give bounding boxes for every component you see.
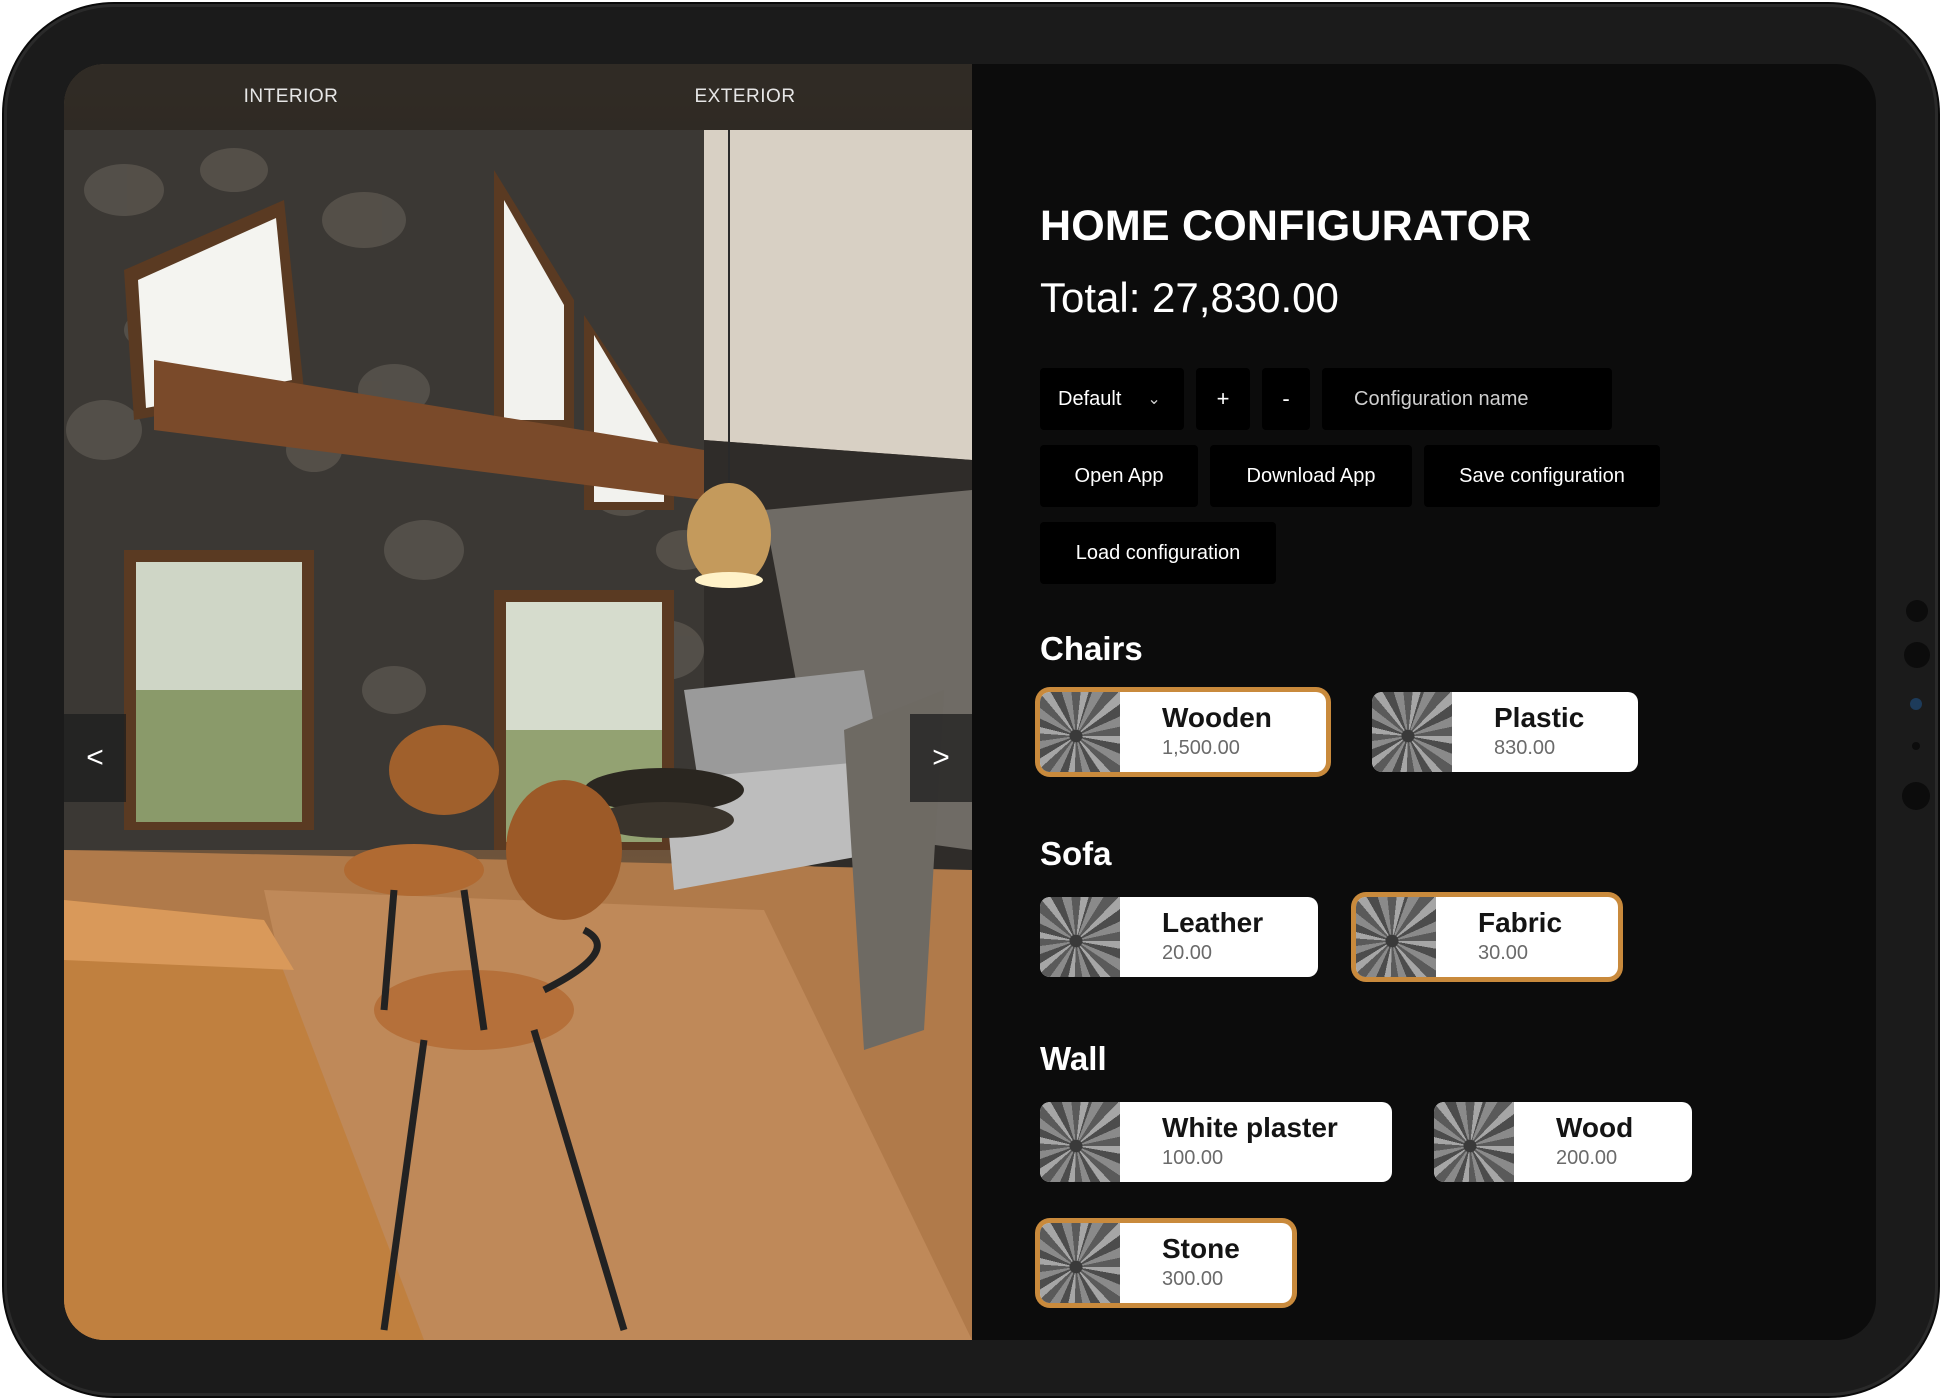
scene-viewer[interactable]: INTERIOR EXTERIOR < >: [64, 64, 972, 1340]
option-price: 830.00: [1494, 737, 1556, 759]
total-price: Total: 27,830.00: [1040, 274, 1339, 321]
chevron-down-icon: ⌄: [1147, 391, 1161, 408]
sensor-dot: [1912, 742, 1920, 750]
option-name: Wooden: [1162, 702, 1272, 733]
next-view-button[interactable]: >: [910, 714, 972, 802]
configuration-name-input[interactable]: [1322, 368, 1612, 430]
option-chairs-plastic[interactable]: Plastic 830.00: [1372, 692, 1638, 772]
option-sofa-fabric[interactable]: Fabric 30.00: [1356, 897, 1618, 977]
option-price: 30.00: [1478, 942, 1529, 964]
load-configuration-button[interactable]: Load configuration: [1040, 522, 1276, 584]
add-configuration-button[interactable]: +: [1196, 368, 1250, 430]
interior-render: [64, 130, 972, 1340]
section-title-wall: Wall: [1040, 1040, 1107, 1077]
app-screen: INTERIOR EXTERIOR < > HOME CONFIGURATOR …: [64, 64, 1876, 1340]
tab-interior[interactable]: INTERIOR: [64, 64, 518, 130]
save-configuration-button[interactable]: Save configuration: [1424, 445, 1660, 507]
tab-exterior[interactable]: EXTERIOR: [518, 64, 972, 130]
previous-view-button[interactable]: <: [64, 714, 126, 802]
preset-select[interactable]: Default ⌄: [1040, 368, 1184, 430]
option-price: 200.00: [1556, 1147, 1618, 1169]
option-name: Stone: [1162, 1233, 1240, 1264]
option-chairs-wooden[interactable]: Wooden 1,500.00: [1040, 692, 1326, 772]
open-app-button[interactable]: Open App: [1040, 445, 1198, 507]
sensor-dot: [1904, 642, 1930, 668]
material-swatch: [1040, 692, 1120, 772]
sensor-dot: [1902, 782, 1930, 810]
option-name: Fabric: [1478, 907, 1563, 938]
view-tabs: INTERIOR EXTERIOR: [64, 64, 972, 130]
preset-select-value: Default: [1058, 387, 1122, 410]
option-name: Leather: [1162, 907, 1264, 938]
option-price: 100.00: [1162, 1147, 1224, 1169]
option-name: White plaster: [1162, 1112, 1338, 1143]
option-wall-wood[interactable]: Wood 200.00: [1434, 1102, 1692, 1182]
option-name: Plastic: [1494, 702, 1585, 733]
material-swatch: [1040, 1223, 1120, 1303]
option-wall-stone[interactable]: Stone 300.00: [1040, 1223, 1292, 1303]
option-name: Wood: [1556, 1112, 1634, 1143]
option-wall-white-plaster[interactable]: White plaster 100.00: [1040, 1102, 1392, 1182]
download-app-button[interactable]: Download App: [1210, 445, 1412, 507]
section-title-chairs: Chairs: [1040, 630, 1143, 667]
option-price: 300.00: [1162, 1268, 1224, 1290]
option-price: 1,500.00: [1162, 737, 1240, 759]
tablet-frame: INTERIOR EXTERIOR < > HOME CONFIGURATOR …: [4, 4, 1938, 1396]
material-swatch: [1040, 1102, 1120, 1182]
material-swatch: [1040, 897, 1120, 977]
camera-dot: [1906, 600, 1928, 622]
page-title: HOME CONFIGURATOR: [1040, 202, 1532, 250]
material-swatch: [1434, 1102, 1514, 1182]
camera-lens-dot: [1910, 698, 1922, 710]
material-swatch: [1372, 692, 1452, 772]
option-sofa-leather[interactable]: Leather 20.00: [1040, 897, 1318, 977]
section-title-sofa: Sofa: [1040, 835, 1112, 872]
option-price: 20.00: [1162, 942, 1213, 964]
material-swatch: [1356, 897, 1436, 977]
remove-configuration-button[interactable]: -: [1262, 368, 1310, 430]
